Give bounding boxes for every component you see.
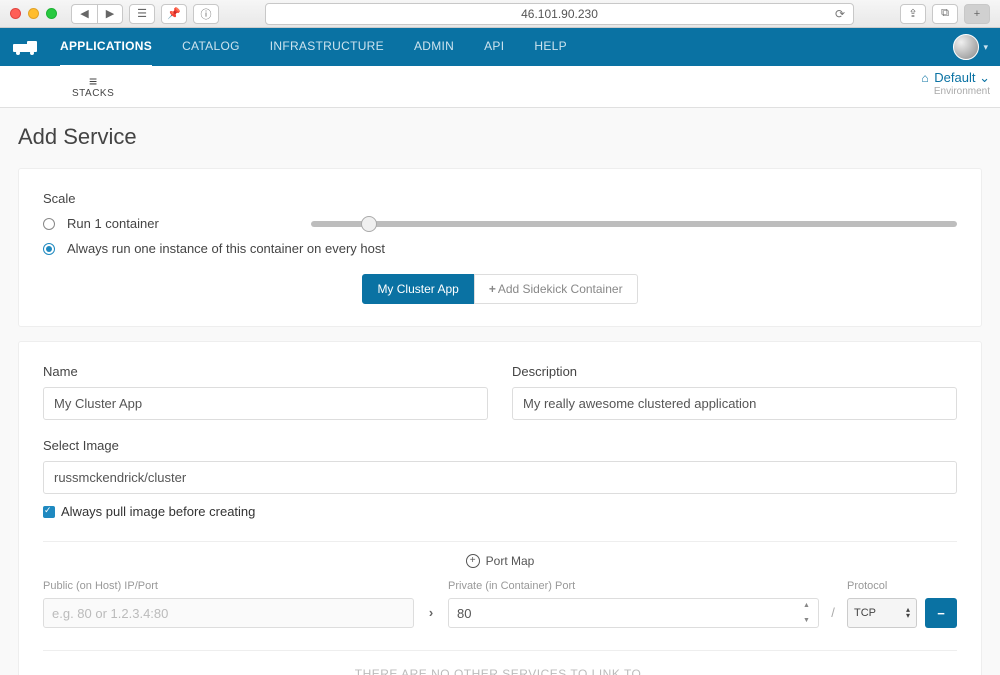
public-port-label: Public (on Host) IP/Port — [43, 580, 414, 592]
checkbox-checked-icon — [43, 506, 55, 518]
scale-slider[interactable] — [311, 221, 957, 227]
environment-selector[interactable]: ⌂ Default ⌄ Environment — [921, 70, 990, 97]
stacks-icon: ≡ — [89, 74, 97, 88]
scale-everyhost-label: Always run one instance of this containe… — [67, 241, 385, 256]
divider — [43, 650, 957, 651]
maximize-window-button[interactable] — [46, 8, 57, 19]
scale-fixed-label: Run 1 container — [67, 216, 159, 231]
tabs-button[interactable]: ⧉ — [932, 4, 958, 24]
nav-infrastructure[interactable]: INFRASTRUCTURE — [270, 27, 384, 67]
nav-admin[interactable]: ADMIN — [414, 27, 454, 67]
nav-back-button[interactable]: ◀ — [71, 4, 97, 24]
avatar — [953, 34, 979, 60]
share-button[interactable]: ⇪ — [900, 4, 926, 24]
page-title: Add Service — [18, 124, 982, 150]
service-form-panel: Name Description Select Image Always pul… — [18, 341, 982, 675]
tab-add-sidekick[interactable]: +Add Sidekick Container — [474, 274, 638, 304]
protocol-value: TCP — [854, 607, 876, 619]
sidebar-toggle-button[interactable]: ☰ — [129, 4, 155, 24]
nav-applications[interactable]: APPLICATIONS — [60, 27, 152, 67]
url-bar[interactable]: 46.101.90.230 ⟳ — [265, 3, 854, 25]
slash-separator: / — [827, 596, 839, 628]
private-port-input[interactable] — [448, 598, 819, 628]
protocol-select[interactable]: TCP ▴▾ — [847, 598, 917, 628]
new-tab-button[interactable]: + — [964, 4, 990, 24]
chevron-down-icon: ⌄ — [979, 70, 990, 85]
image-input[interactable] — [43, 461, 957, 494]
image-label: Select Image — [43, 438, 957, 453]
main-navigation: APPLICATIONS CATALOG INFRASTRUCTURE ADMI… — [0, 28, 1000, 66]
port-mapping-row: Public (on Host) IP/Port › Private (in C… — [43, 580, 957, 628]
radio-checked-icon — [43, 243, 55, 255]
subnav-stacks[interactable]: ≡ STACKS — [72, 74, 114, 99]
reload-icon[interactable]: ⟳ — [835, 7, 845, 21]
scale-label: Scale — [43, 191, 957, 206]
home-icon: ⌂ — [921, 71, 928, 85]
scale-option-every-host[interactable]: Always run one instance of this containe… — [43, 241, 957, 256]
tab-primary-service[interactable]: My Cluster App — [362, 274, 473, 304]
rancher-logo[interactable] — [12, 37, 42, 57]
browser-chrome: ◀ ▶ ☰ 📌 ⓘ 46.101.90.230 ⟳ ⇪ ⧉ + — [0, 0, 1000, 28]
page-content: Add Service Scale Run 1 container Always… — [0, 108, 1000, 675]
description-label: Description — [512, 364, 957, 379]
environment-sublabel: Environment — [921, 86, 990, 97]
scale-option-fixed[interactable]: Run 1 container — [43, 216, 957, 231]
logo-icon — [13, 39, 41, 55]
name-label: Name — [43, 364, 488, 379]
environment-name: Default — [934, 70, 975, 85]
name-input[interactable] — [43, 387, 488, 420]
sub-navigation: ≡ STACKS ⌂ Default ⌄ Environment — [0, 66, 1000, 108]
sidekick-label: Add Sidekick Container — [498, 282, 623, 296]
select-arrows-icon: ▴▾ — [906, 607, 910, 618]
nav-forward-button[interactable]: ▶ — [97, 4, 123, 24]
no-services-message: THERE ARE NO OTHER SERVICES TO LINK TO. — [43, 667, 957, 675]
minimize-window-button[interactable] — [28, 8, 39, 19]
window-controls — [10, 8, 57, 19]
slider-thumb[interactable] — [361, 216, 377, 232]
user-menu[interactable]: ▾ — [953, 34, 988, 60]
arrow-right-icon: › — [422, 596, 440, 628]
remove-port-button[interactable]: − — [925, 598, 957, 628]
private-port-label: Private (in Container) Port — [448, 580, 819, 592]
plus-icon: + — [489, 282, 496, 296]
service-tabs: My Cluster App +Add Sidekick Container — [43, 274, 957, 304]
radio-unchecked-icon — [43, 218, 55, 230]
pin-button[interactable]: 📌 — [161, 4, 187, 24]
spacer — [925, 580, 957, 592]
close-window-button[interactable] — [10, 8, 21, 19]
portmap-label: Port Map — [486, 554, 535, 568]
always-pull-checkbox[interactable]: Always pull image before creating — [43, 504, 957, 519]
divider — [43, 541, 957, 542]
scale-panel: Scale Run 1 container Always run one ins… — [18, 168, 982, 327]
stacks-label: STACKS — [72, 88, 114, 99]
number-spinner[interactable]: ▲▼ — [803, 602, 815, 624]
portmap-header[interactable]: + Port Map — [43, 554, 957, 568]
info-button[interactable]: ⓘ — [193, 4, 219, 24]
nav-api[interactable]: API — [484, 27, 504, 67]
nav-catalog[interactable]: CATALOG — [182, 27, 240, 67]
always-pull-label: Always pull image before creating — [61, 504, 255, 519]
public-port-input[interactable] — [43, 598, 414, 628]
nav-help[interactable]: HELP — [534, 27, 567, 67]
protocol-label: Protocol — [847, 580, 917, 592]
description-input[interactable] — [512, 387, 957, 420]
plus-circle-icon: + — [466, 554, 480, 568]
url-text: 46.101.90.230 — [521, 7, 598, 21]
chevron-down-icon: ▾ — [983, 42, 988, 53]
